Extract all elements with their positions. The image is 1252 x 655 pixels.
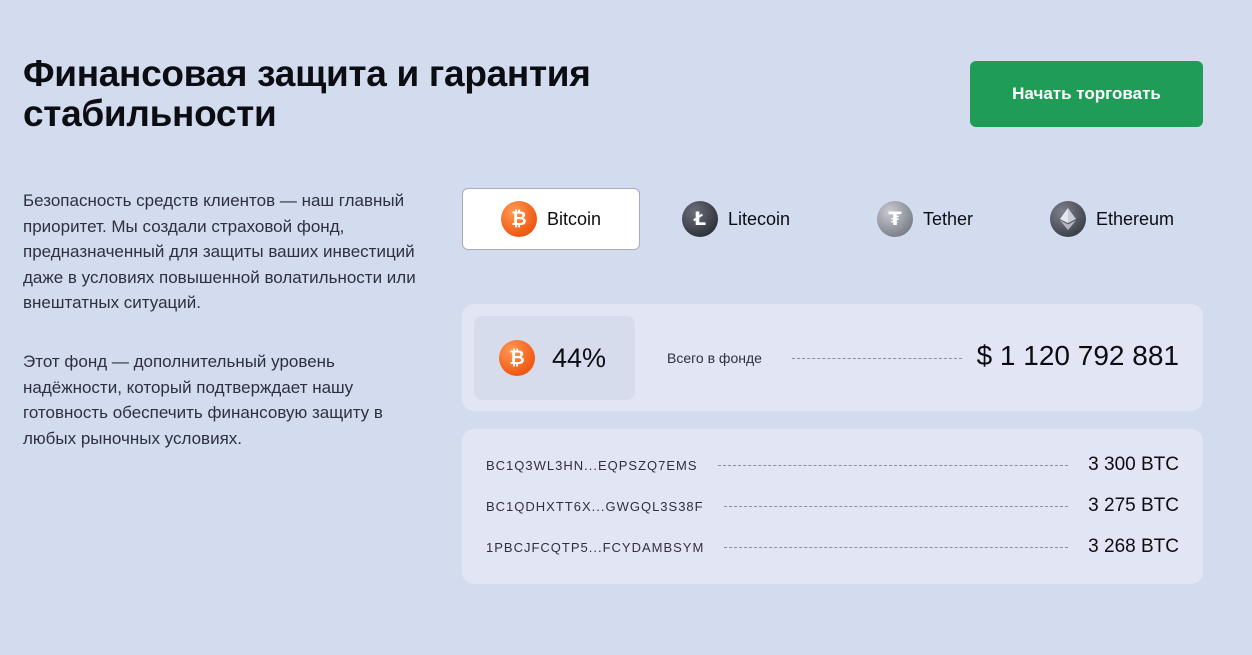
intro-paragraph-fund: Этот фонд — дополнительный уровень надёж… xyxy=(23,352,383,448)
intro-paragraph-security: Безопасность средств клиентов — наш глав… xyxy=(23,191,416,312)
dotted-divider xyxy=(724,546,1069,548)
wallet-row: BC1Q3WL3HN...EQPSZQ7EMS 3 300 BTC xyxy=(486,453,1179,477)
wallet-address: 1PBCJFCQTP5...FCYDAMBSYM xyxy=(486,539,705,555)
tab-tether[interactable]: ₮ Tether xyxy=(877,188,973,250)
tab-litecoin[interactable]: Ł Litecoin xyxy=(682,188,790,250)
wallet-row: 1PBCJFCQTP5...FCYDAMBSYM 3 268 BTC xyxy=(486,535,1179,559)
wallet-address: BC1QDHXTT6X...GWGQL3S38F xyxy=(486,498,704,514)
wallet-row: BC1QDHXTT6X...GWGQL3S38F 3 275 BTC xyxy=(486,494,1179,518)
tab-label: Litecoin xyxy=(728,208,791,229)
tab-label: Bitcoin xyxy=(546,208,602,229)
dotted-divider xyxy=(723,505,1069,507)
tab-label: Ethereum xyxy=(1096,208,1175,229)
tab-label: Tether xyxy=(923,208,974,229)
fund-total-label: Всего в фонде xyxy=(667,350,762,366)
bitcoin-icon: ₿ xyxy=(499,340,535,376)
fund-percent: 44% xyxy=(552,342,607,373)
start-trading-button[interactable]: Начать торговать xyxy=(970,61,1203,127)
wallet-amount: 3 268 BTC xyxy=(1088,536,1179,557)
dotted-divider xyxy=(717,464,1069,466)
wallet-address: BC1Q3WL3HN...EQPSZQ7EMS xyxy=(486,457,698,473)
wallet-list: BC1Q3WL3HN...EQPSZQ7EMS 3 300 BTC BC1QDH… xyxy=(462,429,1203,584)
litecoin-icon: Ł xyxy=(682,201,718,237)
wallet-amount: 3 300 BTC xyxy=(1088,454,1179,475)
page-title: Финансовая защита и гарантия стабильност… xyxy=(23,53,591,134)
fund-total-value: $ 1 120 792 881 xyxy=(976,340,1179,371)
fund-summary-card: ₿ 44% Всего в фонде $ 1 120 792 881 xyxy=(462,304,1203,411)
wallet-amount: 3 275 BTC xyxy=(1088,495,1179,516)
coin-tabs: ₿ Bitcoin Ł Litecoin ₮ Tether Ethereum xyxy=(462,188,1203,250)
ethereum-icon xyxy=(1050,201,1086,237)
bitcoin-icon: ₿ xyxy=(500,201,537,237)
tether-icon: ₮ xyxy=(877,201,913,237)
fund-percent-box: ₿ 44% xyxy=(474,316,635,400)
dotted-divider xyxy=(792,358,962,359)
tab-bitcoin[interactable]: ₿ Bitcoin xyxy=(462,188,640,250)
tab-ethereum[interactable]: Ethereum xyxy=(1050,188,1174,250)
